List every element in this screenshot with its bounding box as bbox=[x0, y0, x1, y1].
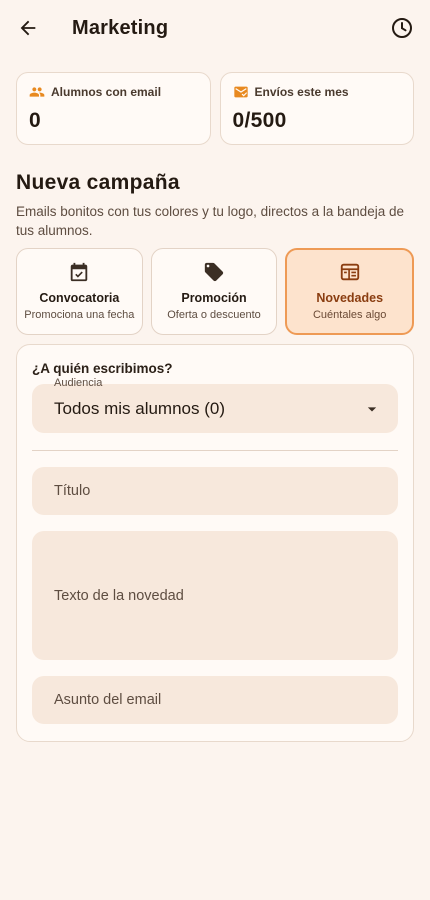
type-card-promocion[interactable]: Promoción Oferta o descuento bbox=[150, 248, 278, 335]
body-textarea[interactable] bbox=[54, 585, 376, 606]
page-title: Marketing bbox=[72, 16, 169, 39]
campaign-form: ¿A quién escribimos? Audiencia Todos mis… bbox=[16, 344, 414, 742]
divider bbox=[32, 450, 398, 451]
audience-select[interactable]: Todos mis alumnos (0) bbox=[32, 384, 398, 433]
stats-row: Alumnos con email 0 Envíos este mes 0/50… bbox=[0, 72, 430, 145]
mail-check-icon bbox=[233, 86, 248, 98]
title-field[interactable] bbox=[32, 467, 398, 515]
audience-label: Audiencia bbox=[54, 377, 103, 389]
stat-card-sends-month: Envíos este mes 0/500 bbox=[219, 72, 414, 145]
subject-field[interactable] bbox=[32, 676, 398, 724]
title-input[interactable] bbox=[54, 483, 376, 499]
history-button[interactable] bbox=[382, 8, 422, 48]
type-name: Promoción bbox=[181, 291, 247, 305]
dropdown-arrow-icon bbox=[367, 406, 377, 411]
body-field[interactable] bbox=[32, 531, 398, 660]
campaign-type-selector: Convocatoria Promociona una fecha Promoc… bbox=[0, 248, 430, 335]
arrow-left-icon bbox=[20, 20, 36, 36]
type-subtitle: Cuéntales algo bbox=[312, 309, 387, 321]
type-name: Convocatoria bbox=[39, 291, 120, 305]
newspaper-icon bbox=[340, 263, 359, 281]
type-name: Novedades bbox=[316, 291, 384, 305]
section-title: Nueva campaña bbox=[16, 171, 180, 194]
type-card-convocatoria[interactable]: Convocatoria Promociona una fecha bbox=[16, 248, 143, 335]
people-icon bbox=[29, 87, 45, 97]
audience-select-wrapper: Audiencia Todos mis alumnos (0) bbox=[32, 377, 398, 433]
audience-question: ¿A quién escribimos? bbox=[32, 361, 173, 376]
stat-label: Alumnos con email bbox=[51, 85, 162, 99]
type-subtitle: Promociona una fecha bbox=[24, 309, 135, 321]
type-subtitle: Oferta o descuento bbox=[167, 309, 261, 321]
audience-value: Todos mis alumnos (0) bbox=[54, 398, 226, 418]
stat-value: 0/500 bbox=[232, 109, 287, 132]
section-description: Emails bonitos con tus colores y tu logo… bbox=[16, 204, 404, 238]
stat-card-students-email: Alumnos con email 0 bbox=[16, 72, 211, 145]
subject-input[interactable] bbox=[54, 692, 376, 708]
back-button[interactable] bbox=[8, 8, 48, 48]
tag-icon bbox=[204, 262, 224, 282]
calendar-check-icon bbox=[71, 262, 88, 282]
stat-label: Envíos este mes bbox=[254, 85, 349, 99]
new-campaign-section: Nueva campaña Emails bonitos con tus col… bbox=[0, 171, 430, 240]
stat-value: 0 bbox=[29, 109, 41, 132]
clock-icon bbox=[392, 18, 412, 38]
type-card-novedades[interactable]: Novedades Cuéntales algo bbox=[285, 248, 415, 335]
app-bar: Marketing bbox=[0, 0, 430, 56]
